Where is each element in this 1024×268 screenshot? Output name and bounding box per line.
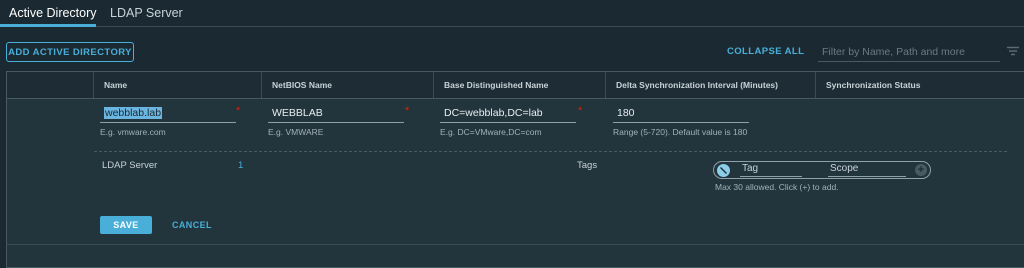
sync-interval-field[interactable]: 180 <box>613 107 749 123</box>
tag-icon <box>717 164 730 177</box>
tag-editor: Tag Scope + <box>713 161 931 179</box>
netbios-field[interactable]: WEBBLAB <box>268 107 404 123</box>
cancel-button[interactable]: CANCEL <box>172 220 212 230</box>
column-header-name[interactable]: Name <box>93 72 261 98</box>
name-hint: E.g. vmware.com <box>100 127 166 137</box>
add-tag-icon[interactable]: + <box>915 164 927 176</box>
ldap-server-count-link[interactable]: 1 <box>238 160 243 171</box>
column-header-netbios[interactable]: NetBIOS Name <box>261 72 433 98</box>
tab-bar: Active Directory LDAP Server <box>0 0 1024 27</box>
filter-input[interactable] <box>818 42 1000 62</box>
tags-label: Tags <box>577 160 598 171</box>
tag-icon-glyph <box>720 167 727 174</box>
tab-ldap-server[interactable]: LDAP Server <box>110 6 183 20</box>
add-active-directory-button[interactable]: ADD ACTIVE DIRECTORY <box>6 42 134 62</box>
name-required-mark: * <box>236 105 241 117</box>
name-field[interactable]: webblab.lab <box>100 107 236 123</box>
column-header-base-dn[interactable]: Base Distinguished Name <box>433 72 605 98</box>
detail-bottom-border <box>6 244 1024 245</box>
sync-interval-hint: Range (5-720). Default value is 180 <box>613 127 748 137</box>
netbios-required-mark: * <box>405 105 410 117</box>
ldap-server-label: LDAP Server <box>102 160 158 171</box>
tags-hint: Max 30 allowed. Click (+) to add. <box>715 182 839 192</box>
base-dn-field[interactable]: DC=webblab,DC=lab <box>440 107 576 123</box>
collapse-all-button[interactable]: COLLAPSE ALL <box>727 46 804 57</box>
column-header-sync-status[interactable]: Synchronization Status <box>815 72 1024 98</box>
name-field-value: webblab.lab <box>104 107 163 119</box>
section-divider <box>94 151 1007 152</box>
tag-input[interactable]: Tag <box>740 163 802 177</box>
column-header-delta-sync[interactable]: Delta Synchronization Interval (Minutes) <box>605 72 815 98</box>
active-tab-indicator <box>0 24 96 27</box>
filter-icon[interactable] <box>1006 46 1020 56</box>
grid-header: Name NetBIOS Name Base Distinguished Nam… <box>7 72 1024 99</box>
scope-input[interactable]: Scope <box>828 163 906 177</box>
tab-active-directory[interactable]: Active Directory <box>9 6 97 20</box>
save-button[interactable]: SAVE <box>100 216 152 234</box>
base-dn-hint: E.g. DC=VMware,DC=com <box>440 127 542 137</box>
netbios-hint: E.g. VMWARE <box>268 127 324 137</box>
base-dn-required-mark: * <box>578 105 583 117</box>
